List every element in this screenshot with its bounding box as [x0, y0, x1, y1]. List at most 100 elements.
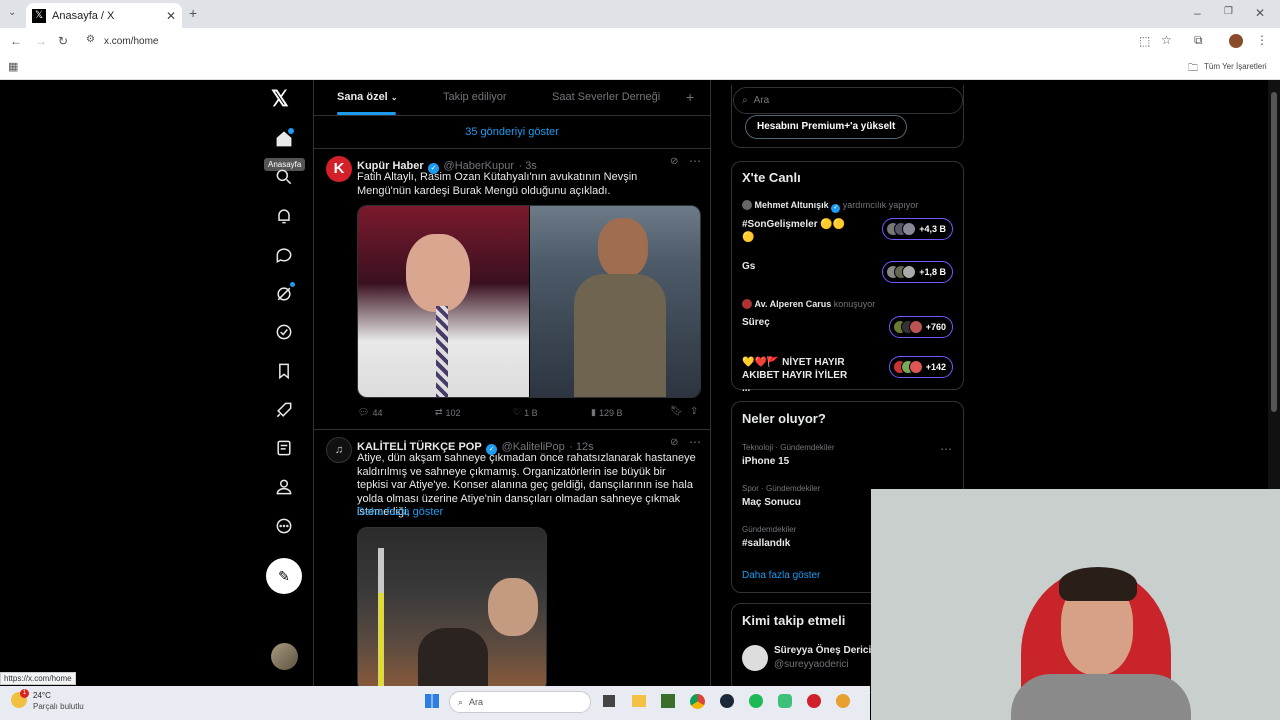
premium-upgrade-button[interactable]: Hesabını Premium+'a yükselt — [745, 115, 908, 139]
search-icon: ⌕ — [742, 95, 748, 106]
grok-icon[interactable] — [266, 279, 302, 309]
bell-icon[interactable] — [266, 201, 302, 231]
site-settings-icon[interactable]: ⚙ — [86, 34, 95, 45]
tie-shape — [436, 306, 448, 397]
address-bar: ← → ↻ ⚙ x.com/home ⬚ ☆ ⧉ ⋮ — [0, 28, 1280, 56]
live-topic[interactable]: Süreç — [742, 317, 770, 328]
bookmarks-bar: ▦ 🗀 Tüm Yer İşaretleri — [0, 56, 1280, 80]
lists-icon[interactable] — [266, 433, 302, 463]
search-input[interactable]: ⌕ Ara — [733, 87, 963, 114]
app-icon-3[interactable] — [807, 694, 821, 708]
tab-following[interactable]: Takip ediliyor — [443, 91, 507, 103]
like-button[interactable]: ♡ 1 B — [513, 407, 538, 418]
grok-explain-icon[interactable]: ⊘ — [670, 156, 678, 167]
reply-button[interactable]: 💬︎ 44 — [358, 407, 382, 418]
new-tab-icon[interactable]: + — [189, 5, 197, 21]
tweet[interactable]: ♫ KALİTELİ TÜRKÇE POP ✓ @KaliteliPop · 1… — [314, 431, 710, 686]
face-shape — [406, 234, 470, 312]
task-view-icon[interactable] — [603, 695, 615, 707]
trend-more-icon[interactable]: ⋯ — [940, 442, 952, 456]
tweet-avatar[interactable]: ♫ — [326, 437, 352, 463]
tab-list-chevron-icon[interactable]: ⌄ — [8, 7, 16, 18]
tweet-media[interactable] — [357, 205, 701, 398]
app-icon-2[interactable] — [778, 694, 792, 708]
bookmark-icon[interactable] — [266, 356, 302, 386]
live-listeners-pill[interactable]: +760 — [888, 316, 953, 338]
reload-icon[interactable]: ↻ — [58, 34, 68, 48]
tweet-video[interactable] — [357, 527, 547, 686]
live-host[interactable]: Mehmet Altunışık ✓ yardımcılık yapıyor — [742, 200, 918, 213]
show-new-posts[interactable]: 35 gönderiyi göster — [314, 116, 710, 149]
close-tab-icon[interactable]: ✕ — [166, 9, 176, 23]
share-icon[interactable]: ⇪ — [690, 406, 698, 417]
x-logo-icon[interactable]: 𝕏 — [271, 86, 289, 112]
bookmark-tweet-icon[interactable]: 🔖︎ — [670, 406, 683, 417]
app-icon[interactable] — [661, 694, 675, 708]
home-icon[interactable] — [266, 124, 302, 154]
apps-grid-icon[interactable]: ▦ — [8, 60, 18, 73]
tab-strip: ⌄ 𝕏 Anasayfa / X ✕ + – ❐ ✕ — [0, 0, 1280, 28]
verified-icon[interactable] — [266, 317, 302, 347]
follow-handle[interactable]: @sureyyaoderici — [774, 659, 849, 670]
grok-explain-icon[interactable]: ⊘ — [670, 437, 678, 448]
extensions-icon[interactable]: ⧉ — [1194, 33, 1203, 48]
repost-button[interactable]: ⇄ 102 — [435, 407, 461, 418]
scrollbar-thumb[interactable] — [1271, 92, 1277, 412]
minimize-icon[interactable]: – — [1194, 6, 1201, 20]
live-listeners-pill[interactable]: +142 — [888, 356, 953, 378]
bookmark-star-icon[interactable]: ☆ — [1161, 33, 1172, 47]
more-icon[interactable] — [266, 511, 302, 541]
live-listeners-pill[interactable]: +4,3 B — [882, 218, 953, 240]
tab-for-you[interactable]: Sana özel ⌄ — [337, 91, 398, 103]
folder-icon: 🗀 — [1188, 63, 1198, 74]
live-host[interactable]: Av. Alperen Carus konuşuyor — [742, 299, 875, 309]
timeline-tabs: Sana özel ⌄ Takip ediliyor Saat Severler… — [314, 80, 710, 116]
back-icon[interactable]: ← — [10, 34, 22, 48]
shirt-shape — [574, 274, 666, 397]
account-avatar[interactable] — [271, 643, 298, 670]
trend-name[interactable]: #sallandık — [742, 538, 790, 549]
messages-icon[interactable] — [266, 240, 302, 270]
heart-icon: ♡ — [513, 407, 522, 417]
spotify-icon[interactable] — [749, 694, 763, 708]
forward-icon[interactable]: → — [35, 34, 47, 48]
trend-name[interactable]: Maç Sonucu — [742, 497, 801, 508]
browser-tab[interactable]: 𝕏 Anasayfa / X ✕ — [26, 3, 182, 28]
app-icon-4[interactable] — [836, 694, 850, 708]
browser-menu-icon[interactable]: ⋮ — [1256, 33, 1268, 47]
profile-icon[interactable] — [266, 472, 302, 502]
live-card: X'te Canlı Mehmet Altunışık ✓ yardımcılı… — [731, 161, 964, 394]
tweet[interactable]: K Kupür Haber ✓ @HaberKupur · 3s ⊘ ⋯ Fat… — [314, 150, 710, 430]
install-app-icon[interactable]: ⬚ — [1139, 34, 1150, 48]
tweet-more-icon[interactable]: ⋯ — [689, 435, 701, 449]
live-topic[interactable]: 💛❤️🚩 NİYET HAYIR AKIBET HAYIR İYİLER ... — [742, 356, 857, 395]
windows-start-icon[interactable] — [425, 694, 439, 708]
live-listeners-pill[interactable]: +1,8 B — [882, 261, 953, 283]
trends-show-more[interactable]: Daha fazla göster — [742, 570, 820, 581]
person-shirt-shape — [1011, 674, 1191, 720]
taskbar-search[interactable]: ⌕ Ara — [449, 691, 591, 713]
rocket-icon[interactable] — [266, 395, 302, 425]
tab-community[interactable]: Saat Severler Derneği — [552, 91, 660, 103]
follow-name[interactable]: Süreyya Öneş Derici — [774, 645, 871, 656]
search-icon[interactable] — [266, 162, 302, 192]
show-more-link[interactable]: Daha fazla göster — [357, 506, 443, 518]
url-field[interactable]: x.com/home — [104, 36, 158, 47]
follow-avatar[interactable] — [742, 645, 768, 671]
maximize-icon[interactable]: ❐ — [1224, 6, 1233, 17]
file-explorer-icon[interactable] — [632, 695, 646, 707]
window-close-icon[interactable]: ✕ — [1255, 6, 1265, 20]
chrome-icon[interactable] — [690, 694, 705, 709]
add-tab-icon[interactable]: + — [686, 89, 694, 105]
live-topic[interactable]: Gs — [742, 261, 755, 272]
compose-button[interactable]: ✎ — [266, 558, 302, 594]
profile-avatar[interactable] — [1229, 34, 1243, 48]
all-bookmarks-link[interactable]: Tüm Yer İşaretleri — [1204, 62, 1267, 71]
live-topic[interactable]: #SonGelişmeler 🟡🟡🟡 — [742, 218, 852, 244]
tweet-avatar[interactable]: K — [326, 156, 352, 182]
steam-icon[interactable] — [720, 694, 734, 708]
trend-name[interactable]: iPhone 15 — [742, 456, 789, 467]
tweet-more-icon[interactable]: ⋯ — [689, 154, 701, 168]
views-button[interactable]: ▮ 129 B — [591, 407, 622, 418]
webcam-overlay — [871, 489, 1280, 720]
